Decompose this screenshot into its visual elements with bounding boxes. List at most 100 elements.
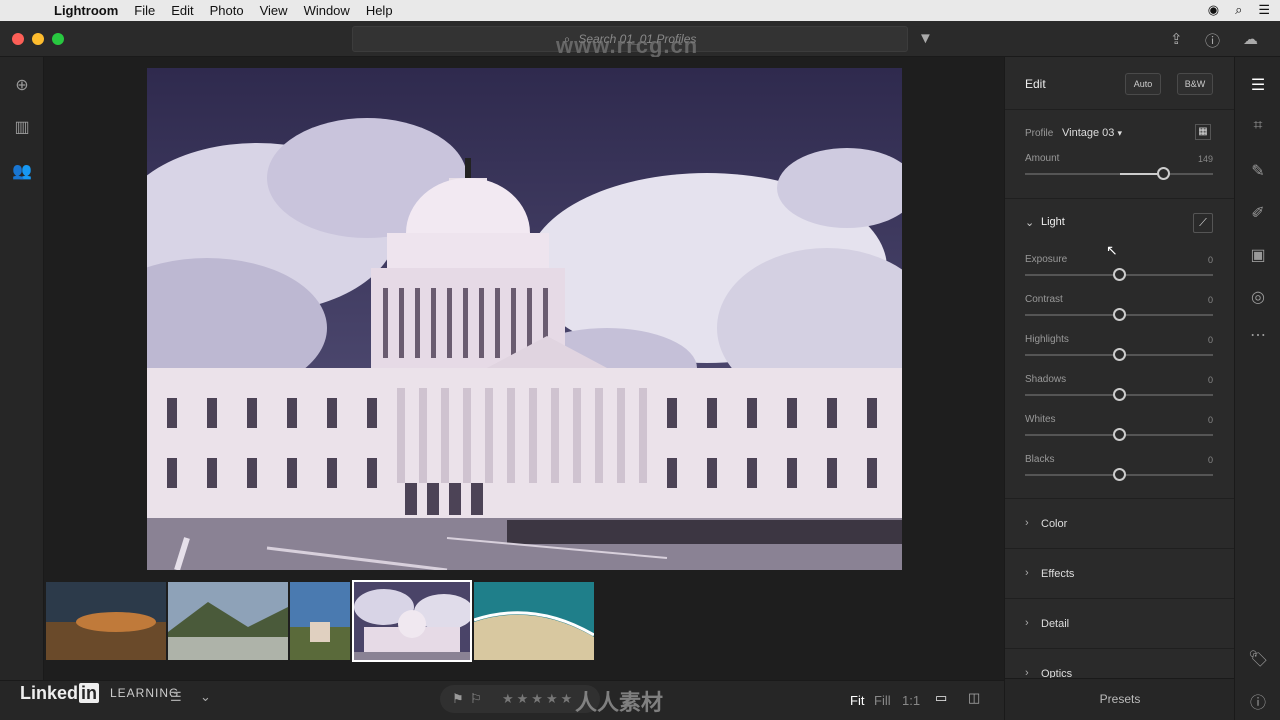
info-icon[interactable]: ⓘ xyxy=(1248,689,1268,712)
chevron-right-icon: › xyxy=(1025,567,1029,579)
spotlight-icon[interactable]: ⌕ xyxy=(1235,2,1242,18)
sort-icon[interactable]: ☰ xyxy=(170,689,182,705)
blacks-slider-knob[interactable] xyxy=(1113,468,1126,481)
section-color[interactable]: › Color xyxy=(1005,498,1235,548)
menu-photo[interactable]: Photo xyxy=(202,3,252,18)
profile-label: Profile xyxy=(1025,128,1054,139)
share-icon[interactable]: ⇪ xyxy=(1170,30,1183,48)
bottom-watermark: 人人素材 xyxy=(575,690,664,715)
people-icon[interactable]: 👥 xyxy=(12,161,32,181)
section-color-label: Color xyxy=(1041,518,1068,530)
section-detail[interactable]: › Detail xyxy=(1005,598,1235,648)
filmstrip-toggle-icon[interactable]: ▭ xyxy=(935,690,947,706)
keyword-tag-icon[interactable]: 🏷 xyxy=(1248,649,1268,669)
exposure-value: 0 xyxy=(1207,255,1213,265)
edit-panel: Edit Auto B&W Profile Vintage 03 ▾ ▦ Amo… xyxy=(1004,57,1235,720)
menu-app-name[interactable]: Lightroom xyxy=(46,3,126,18)
brush-icon[interactable]: ✐ xyxy=(1248,203,1268,223)
library-icon[interactable]: ▥ xyxy=(12,117,32,137)
compare-view-icon[interactable]: ◫ xyxy=(968,690,980,706)
watermark-text: www.rrcg.cn xyxy=(556,33,699,58)
tone-curve-icon[interactable]: ⟋ xyxy=(1193,213,1213,233)
shadows-value: 0 xyxy=(1207,375,1213,385)
linear-gradient-icon[interactable]: ▣ xyxy=(1248,245,1268,265)
left-rail: ⊕ ▥ 👥 xyxy=(0,57,44,720)
sort-chevron-icon[interactable]: ⌄ xyxy=(200,689,211,705)
menu-file[interactable]: File xyxy=(126,3,163,18)
profile-browser-icon[interactable]: ▦ xyxy=(1195,124,1211,140)
flag-pick-icon[interactable]: ⚑ xyxy=(452,691,464,707)
filter-icon[interactable]: ▼ xyxy=(918,30,933,47)
amount-value: 149 xyxy=(1197,154,1213,164)
right-tool-rail: ☰ ⌗ ✎ ✐ ▣ ◎ ⋯ 🏷 ⓘ xyxy=(1234,57,1280,720)
auto-button[interactable]: Auto xyxy=(1125,73,1161,95)
linkedin-logo: Linked in xyxy=(20,683,100,704)
shadows-label: Shadows xyxy=(1025,374,1067,385)
contrast-value: 0 xyxy=(1207,295,1213,305)
add-photos-icon[interactable]: ⊕ xyxy=(12,75,32,95)
healing-brush-icon[interactable]: ✎ xyxy=(1248,161,1268,181)
section-detail-label: Detail xyxy=(1041,618,1070,630)
whites-slider-knob[interactable] xyxy=(1113,428,1126,441)
highlights-label: Highlights xyxy=(1025,334,1069,345)
bottom-toolbar: Linked in LEARNING ☰ ⌄ ⚑ ⚐ ★★★★★ 人人素材 Fit… xyxy=(0,680,1004,720)
menu-view[interactable]: View xyxy=(252,3,296,18)
view-1to1[interactable]: 1:1 xyxy=(902,693,920,708)
filmstrip xyxy=(44,577,1004,667)
close-window-button[interactable] xyxy=(12,33,24,45)
minimize-window-button[interactable] xyxy=(32,33,44,45)
divider xyxy=(1005,198,1235,199)
more-options-icon[interactable]: ⋯ xyxy=(1248,325,1268,345)
whites-label: Whites xyxy=(1025,414,1056,425)
zoom-window-button[interactable] xyxy=(52,33,64,45)
linkedin-logo-text: Linked xyxy=(20,683,79,703)
bw-button[interactable]: B&W xyxy=(1177,73,1213,95)
mouse-cursor-icon: ↖ xyxy=(1106,242,1118,258)
status-cc-icon[interactable]: ◉ xyxy=(1208,2,1219,18)
highlights-slider-knob[interactable] xyxy=(1113,348,1126,361)
shadows-slider-knob[interactable] xyxy=(1113,388,1126,401)
highlights-value: 0 xyxy=(1207,335,1213,345)
presets-bar: Presets xyxy=(1005,678,1235,720)
menu-help[interactable]: Help xyxy=(358,3,401,18)
presets-button[interactable]: Presets xyxy=(1005,692,1235,706)
flag-reject-icon[interactable]: ⚐ xyxy=(470,691,482,707)
light-section-title[interactable]: Light xyxy=(1041,216,1065,228)
amount-slider-knob[interactable] xyxy=(1157,167,1170,180)
amount-slider-track[interactable] xyxy=(1025,173,1213,175)
light-chevron-icon[interactable]: ⌄ xyxy=(1025,216,1034,229)
exposure-label: Exposure xyxy=(1025,254,1068,265)
profile-value: Vintage 03 xyxy=(1062,127,1115,139)
filmstrip-thumb-4-selected[interactable] xyxy=(352,580,472,662)
section-effects-label: Effects xyxy=(1041,568,1075,580)
crop-icon[interactable]: ⌗ xyxy=(1248,117,1268,137)
whites-value: 0 xyxy=(1207,415,1213,425)
filmstrip-thumb-2[interactable] xyxy=(168,582,288,660)
blacks-value: 0 xyxy=(1207,455,1213,465)
contrast-slider-knob[interactable] xyxy=(1113,308,1126,321)
help-icon[interactable]: ⓘ xyxy=(1205,30,1220,51)
menu-bar: Lightroom File Edit Photo View Window He… xyxy=(0,0,1280,21)
filmstrip-thumb-1[interactable] xyxy=(46,582,166,660)
radial-gradient-icon[interactable]: ◎ xyxy=(1248,287,1268,307)
edit-sliders-icon[interactable]: ☰ xyxy=(1248,75,1268,95)
star-rating[interactable]: ★★★★★ xyxy=(502,691,575,707)
linkedin-logo-in: in xyxy=(79,683,100,703)
exposure-slider-knob[interactable] xyxy=(1113,268,1126,281)
contrast-label: Contrast xyxy=(1025,294,1063,305)
filmstrip-thumb-3[interactable] xyxy=(290,582,350,660)
cloud-icon[interactable]: ☁ xyxy=(1243,30,1258,48)
view-fill[interactable]: Fill xyxy=(874,693,891,708)
main-photo[interactable] xyxy=(147,68,902,570)
title-bar: ⌕ Search 01_01 Profiles www.rrcg.cn ▼ ⇪ … xyxy=(0,21,1280,58)
edit-title: Edit xyxy=(1025,77,1046,91)
section-effects[interactable]: › Effects xyxy=(1005,548,1235,598)
notification-center-icon[interactable]: ☰ xyxy=(1258,2,1270,18)
divider xyxy=(1005,109,1235,110)
view-fit[interactable]: Fit xyxy=(850,693,864,708)
profile-dropdown[interactable]: Vintage 03 ▾ xyxy=(1062,127,1122,139)
filmstrip-thumb-5[interactable] xyxy=(474,582,594,660)
menu-window[interactable]: Window xyxy=(296,3,358,18)
chevron-right-icon: › xyxy=(1025,517,1029,529)
menu-edit[interactable]: Edit xyxy=(163,3,201,18)
